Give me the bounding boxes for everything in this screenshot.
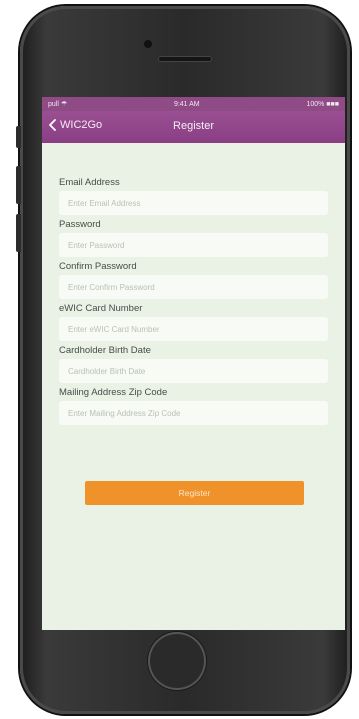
status-bar: pull ☂ 9:41 AM 100% ■■■	[42, 97, 345, 111]
status-time: 9:41 AM	[173, 100, 200, 108]
password-label: Password	[59, 219, 101, 230]
password-field[interactable]: Enter Password	[59, 233, 328, 257]
mute-switch	[16, 126, 21, 148]
ewic-card-label: eWIC Card Number	[59, 303, 143, 314]
volume-up-button	[16, 166, 21, 204]
page-title: Register	[173, 120, 214, 132]
confirm-password-field[interactable]: Enter Confirm Password	[59, 275, 328, 299]
confirm-password-placeholder: Enter Confirm Password	[68, 282, 155, 292]
battery-indicator: 100% ■■■	[306, 100, 339, 108]
register-button[interactable]: Register	[85, 481, 304, 505]
signal-indicator: pull ☂	[48, 101, 68, 108]
home-button[interactable]	[148, 632, 206, 690]
email-field[interactable]: Enter Email Address	[59, 191, 328, 215]
earpiece-speaker	[158, 56, 212, 62]
register-form: Email Address Enter Email Address Passwo…	[42, 143, 345, 425]
ewic-card-placeholder: Enter eWIC Card Number	[68, 324, 160, 334]
password-placeholder: Enter Password	[68, 240, 125, 250]
email-label: Email Address	[59, 177, 120, 188]
front-camera	[144, 40, 152, 48]
confirm-password-label: Confirm Password	[59, 261, 137, 272]
zip-code-placeholder: Enter Mailing Address Zip Code	[68, 408, 181, 418]
ewic-card-field[interactable]: Enter eWIC Card Number	[59, 317, 328, 341]
email-placeholder: Enter Email Address	[68, 198, 141, 208]
birth-date-placeholder: Cardholder Birth Date	[68, 366, 146, 376]
navigation-bar: WIC2Go Register	[42, 111, 345, 143]
volume-down-button	[16, 214, 21, 252]
birth-date-label: Cardholder Birth Date	[59, 345, 151, 356]
app-screen: pull ☂ 9:41 AM 100% ■■■ WIC2Go Register …	[42, 97, 345, 630]
zip-code-label: Mailing Address Zip Code	[59, 387, 168, 398]
birth-date-field[interactable]: Cardholder Birth Date	[59, 359, 328, 383]
zip-code-field[interactable]: Enter Mailing Address Zip Code	[59, 401, 328, 425]
